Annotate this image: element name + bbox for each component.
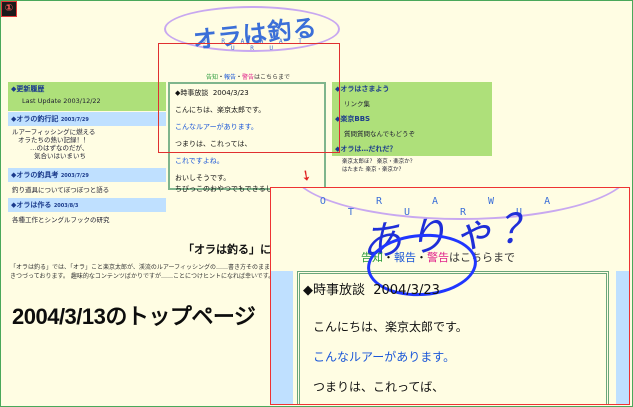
sidebar-head: ◆楽京BBS [332, 112, 492, 126]
sidebar-date: 2003/7/29 [60, 173, 89, 179]
sidebar-body: 質問質問なんでもどうぞ [344, 130, 416, 138]
highlight-rectangle [158, 43, 340, 153]
sidebar-item-fishing-log[interactable]: ◆オラの釣行記 2003/7/29 ルアーフィッシングに燃える オラたちの熱い記… [8, 112, 166, 168]
bottom-paragraph: 「オラは釣る」では、「オラ」こと楽京太郎が、渓流のルアーフィッシングの……書き方… [10, 264, 277, 280]
news-line: こんにちは、楽京太郎です。 [313, 320, 468, 334]
sidebar-item-update-history[interactable]: ◆更新履歴 Last Update 2003/12/22 [8, 82, 166, 111]
sidebar-item-who[interactable]: ◆オラは…だれだ？ 楽京太郎ほ？ 楽京・楽京か？ はたまた 楽京・楽京か？ [332, 142, 492, 182]
sidebar-body: ルアーフィッシングに燃える オラたちの熱い記録！！ …のはずなのだが、 気合いは… [12, 128, 96, 160]
sidebar-body: リンク集 [344, 100, 370, 108]
news-title-zoom: ◆時事放談 2004/3/23 [303, 283, 440, 298]
news-line: これですよね。 [175, 157, 224, 165]
sidebar-body: 楽京太郎ほ？ 楽京・楽京か？ はたまた 楽京・楽京か？ [342, 159, 416, 173]
sidebar-date: 2003/8/3 [53, 203, 79, 209]
sidebar-date: 2003/7/29 [60, 117, 89, 123]
news-link-line[interactable]: こんなルアーがあります。 [313, 348, 455, 365]
sidebar-head: ◆オラは…だれだ？ [332, 142, 492, 156]
sidebar-body: Last Update 2003/12/22 [8, 95, 166, 111]
zoom-inset: O R A W A T U R U ありゃ？ 告知・報告・警告はこちらまで ◆時… [270, 187, 630, 405]
sidebar-item-bbs[interactable]: ◆楽京BBS 質問質問なんでもどうぞ [332, 112, 492, 142]
bottom-title: 「オラは釣る」に… [183, 243, 282, 256]
sidebar-head: ◆オラの釣行記 2003/7/29 [8, 112, 166, 126]
zoom-left-strip [271, 271, 293, 404]
sidebar-item-crafts[interactable]: ◆オラは作る 2003/8/3 各種工作とシングルフックの研究 [8, 198, 166, 230]
sidebar-head: ◆更新履歴 [8, 82, 166, 95]
caption-label: 2004/3/13のトップページ [12, 304, 256, 329]
zoom-right-strip [616, 271, 629, 404]
screenshot-page: ① オラは釣る O R A W A T U R U 告知・報告・警告はこちらまで… [0, 0, 633, 407]
sidebar-head: ◆オラの釣具考 2003/7/29 [8, 168, 166, 182]
news-line: つまりは、これってば、 [313, 380, 445, 394]
sidebar-head: ◆オラは作る 2003/8/3 [8, 198, 166, 212]
sidebar-item-links[interactable]: ◆オラはさまよう リンク集 [332, 82, 492, 112]
sidebar-body: 釣り道具についてぼつぼつと語る [12, 186, 110, 194]
sidebar-item-tackle[interactable]: ◆オラの釣具考 2003/7/29 釣り道具についてぼつぼつと語る [8, 168, 166, 198]
sidebar-head: ◆オラはさまよう [332, 82, 492, 96]
corner-badge-icon: ① [1, 1, 17, 17]
sidebar-body: 各種工作とシングルフックの研究 [12, 216, 110, 224]
